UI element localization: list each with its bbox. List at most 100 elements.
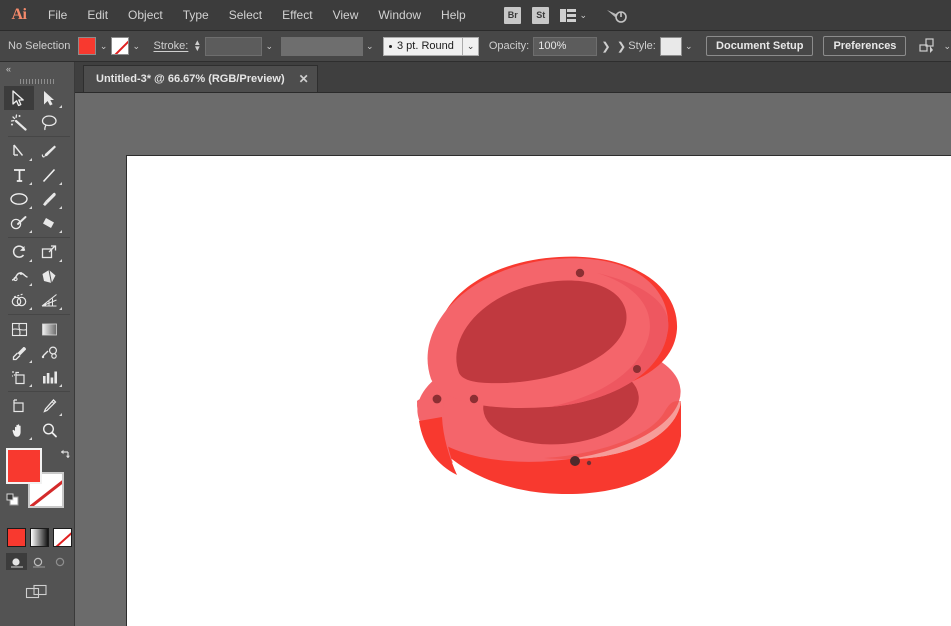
draw-behind-button[interactable]: [28, 553, 49, 570]
brush-definition-select[interactable]: 3 pt. Round: [383, 37, 463, 56]
illustrator-window: Ai File Edit Object Type Select Effect V…: [0, 0, 951, 626]
opacity-input[interactable]: 100%: [533, 37, 597, 56]
stroke-profile-chevron-down-icon[interactable]: ⌄: [363, 37, 377, 55]
blend-tool[interactable]: [34, 341, 64, 365]
gradient-tool[interactable]: [34, 317, 64, 341]
change-screen-mode-button[interactable]: [22, 582, 52, 602]
column-graph-tool[interactable]: [34, 365, 64, 389]
collapse-panel-button[interactable]: «: [0, 62, 74, 76]
tool-flyout-indicator: [59, 182, 62, 185]
shape-builder-icon: [10, 292, 29, 309]
draw-normal-button[interactable]: [6, 553, 27, 570]
stroke-swatch-chevron-down-icon[interactable]: ⌄: [129, 37, 143, 55]
search-adobe-stock-icon: [605, 6, 629, 24]
none-mode-button[interactable]: [53, 528, 72, 547]
paintbrush-tool[interactable]: [34, 187, 64, 211]
shaper-tool[interactable]: [4, 211, 34, 235]
eyedropper-icon: [11, 345, 28, 362]
shape-builder-tool[interactable]: [4, 288, 34, 312]
bridge-button[interactable]: Br: [500, 4, 526, 26]
canvas-area[interactable]: [75, 93, 951, 626]
pen-nib-icon: [11, 143, 27, 160]
opacity-expand-arrow-icon[interactable]: ❯: [599, 37, 613, 56]
gradient-mode-button[interactable]: [30, 528, 49, 547]
open-clamshell-illustration[interactable]: [409, 251, 709, 511]
search-adobe-stock-button[interactable]: [600, 4, 634, 26]
graphic-style-swatch[interactable]: [660, 37, 682, 56]
artboard[interactable]: [126, 155, 951, 626]
shaper-icon: [10, 215, 28, 232]
stroke-weight-input[interactable]: [205, 37, 262, 56]
default-fill-stroke-icon: [6, 493, 19, 506]
menu-item-edit[interactable]: Edit: [77, 0, 118, 31]
lasso-tool[interactable]: [34, 110, 64, 134]
artboard-tool[interactable]: [4, 394, 34, 418]
brush-definition-chevron-down-icon[interactable]: ⌄: [463, 37, 478, 56]
free-transform-tool[interactable]: [34, 264, 64, 288]
toolbar-fill-swatch[interactable]: [6, 448, 42, 484]
menu-item-effect[interactable]: Effect: [272, 0, 322, 31]
tool-flyout-indicator: [29, 384, 32, 387]
menu-item-type[interactable]: Type: [173, 0, 219, 31]
style-expand-arrow-icon[interactable]: ❯: [615, 37, 629, 56]
curvature-tool[interactable]: [34, 139, 64, 163]
stroke-weight-chevron-down-icon[interactable]: ⌄: [262, 37, 276, 55]
brush-definition-value: 3 pt. Round: [397, 40, 454, 52]
hand-tool[interactable]: [4, 418, 34, 442]
preferences-button[interactable]: Preferences: [823, 36, 906, 56]
eraser-tool[interactable]: [34, 211, 64, 235]
document-tab-title: Untitled-3* @ 66.67% (RGB/Preview): [96, 73, 285, 85]
type-tool[interactable]: [4, 163, 34, 187]
menu-item-file[interactable]: File: [38, 0, 77, 31]
line-segment-tool[interactable]: [34, 163, 64, 187]
width-tool[interactable]: [4, 264, 34, 288]
zoom-tool[interactable]: [34, 418, 64, 442]
screw-dot-left: [433, 395, 442, 404]
menu-item-select[interactable]: Select: [219, 0, 272, 31]
menu-item-view[interactable]: View: [323, 0, 369, 31]
document-tab[interactable]: Untitled-3* @ 66.67% (RGB/Preview) ✕: [83, 65, 318, 92]
selection-tool[interactable]: [4, 86, 34, 110]
width-tool-icon: [10, 268, 29, 285]
mesh-tool[interactable]: [4, 317, 34, 341]
direct-selection-tool[interactable]: [34, 86, 64, 110]
close-icon[interactable]: ✕: [299, 72, 309, 86]
document-setup-button[interactable]: Document Setup: [706, 36, 813, 56]
stroke-profile-select[interactable]: [281, 37, 363, 56]
scale-tool[interactable]: [34, 240, 64, 264]
slice-tool[interactable]: [34, 394, 64, 418]
control-bar: No Selection ⌄ ⌄ Stroke: ▲ ▼ ⌄ ⌄ 3 pt. R…: [0, 31, 951, 62]
tool-flyout-indicator: [59, 307, 62, 310]
stroke-weight-stepper[interactable]: ▲ ▼: [193, 40, 201, 52]
tool-grid: [4, 86, 72, 442]
style-chevron-down-icon[interactable]: ⌄: [682, 37, 696, 55]
swap-fill-stroke-button[interactable]: [59, 448, 72, 461]
tool-flyout-indicator: [59, 413, 62, 416]
workspace-switcher-button[interactable]: ⌄: [556, 4, 592, 26]
fill-color-swatch[interactable]: [78, 37, 96, 55]
selection-status-label: No Selection: [8, 40, 78, 52]
draw-inside-button[interactable]: [50, 553, 71, 570]
color-mode-row: [7, 528, 74, 547]
fill-swatch-chevron-down-icon[interactable]: ⌄: [96, 37, 110, 55]
stepper-down-icon: ▼: [193, 46, 201, 52]
magic-wand-tool[interactable]: [4, 110, 34, 134]
perspective-grid-tool[interactable]: [34, 288, 64, 312]
symbol-sprayer-tool[interactable]: [4, 365, 34, 389]
eyedropper-tool[interactable]: [4, 341, 34, 365]
stroke-color-swatch[interactable]: [111, 37, 129, 55]
rotate-tool[interactable]: [4, 240, 34, 264]
default-fill-stroke-button[interactable]: [6, 493, 19, 506]
menu-item-window[interactable]: Window: [368, 0, 431, 31]
align-chevron-down-icon[interactable]: ⌄: [943, 41, 951, 52]
stock-button[interactable]: St: [528, 4, 554, 26]
align-to-artboard-button[interactable]: ⌄: [918, 37, 951, 55]
menu-item-help[interactable]: Help: [431, 0, 476, 31]
pen-tool[interactable]: [4, 139, 34, 163]
menu-item-object[interactable]: Object: [118, 0, 173, 31]
symbol-sprayer-icon: [10, 369, 29, 386]
panel-drag-grip[interactable]: [0, 76, 74, 86]
ellipse-tool[interactable]: [4, 187, 34, 211]
color-mode-button[interactable]: [7, 528, 26, 547]
screen-mode-row: [0, 582, 74, 602]
